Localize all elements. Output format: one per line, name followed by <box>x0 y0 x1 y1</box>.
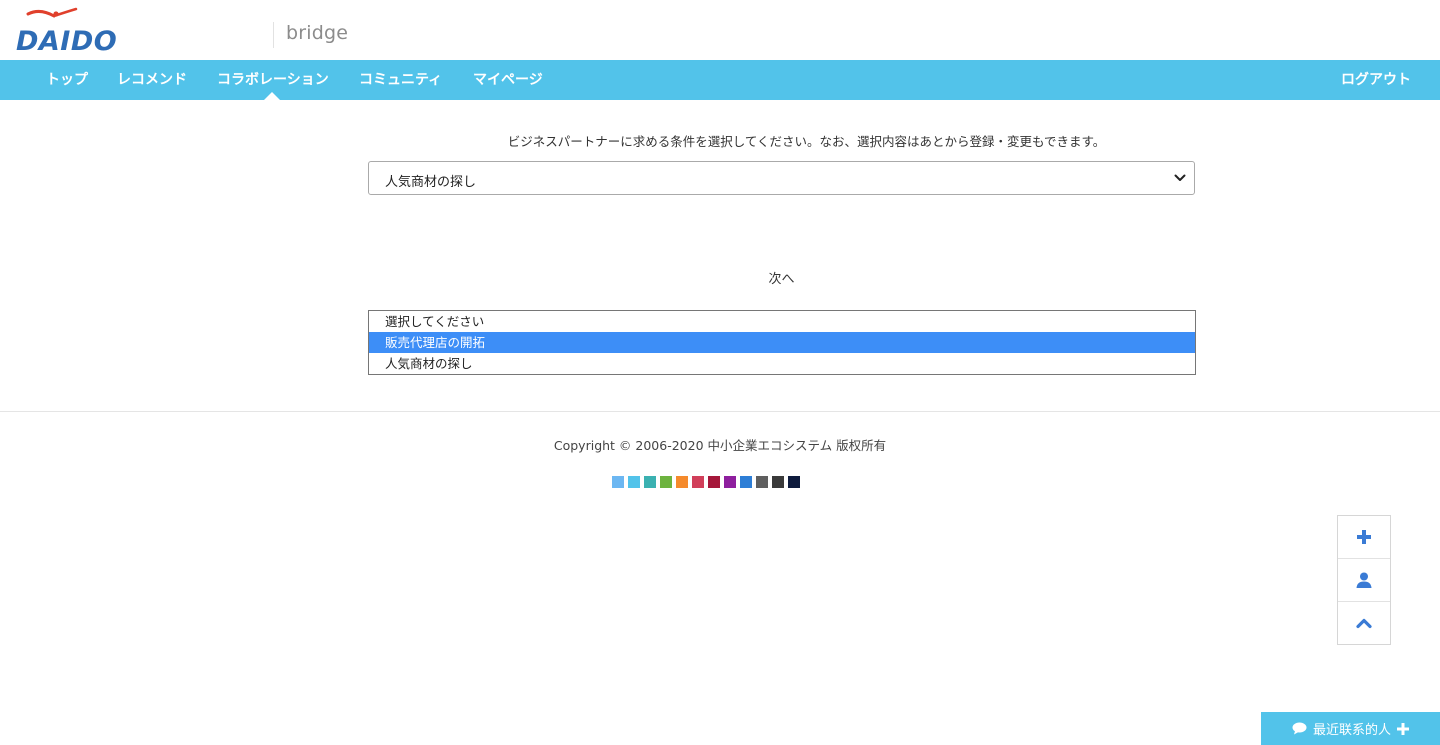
active-nav-indicator <box>264 92 280 100</box>
chevron-down-icon <box>1174 174 1186 181</box>
logo-text: DAIDO <box>16 26 117 56</box>
main-navbar: トップ レコメンド コラボレーション コミュニティ マイページ ログアウト <box>0 60 1440 100</box>
theme-color-swatches <box>612 476 800 488</box>
theme-swatch[interactable] <box>708 476 720 488</box>
daido-logo[interactable]: DAIDO <box>14 4 118 56</box>
theme-swatch[interactable] <box>772 476 784 488</box>
side-toolbar <box>1337 515 1391 645</box>
option-popular-products[interactable]: 人気商材の探し <box>369 353 1195 374</box>
condition-options-listbox[interactable]: 選択してください 販売代理店の開拓 人気商材の探し <box>368 310 1196 375</box>
add-button[interactable] <box>1338 516 1390 558</box>
option-please-select[interactable]: 選択してください <box>369 311 1195 332</box>
nav-top[interactable]: トップ <box>46 60 88 100</box>
next-button[interactable]: 次へ <box>368 268 1195 287</box>
theme-swatch[interactable] <box>644 476 656 488</box>
theme-swatch[interactable] <box>660 476 672 488</box>
theme-swatch[interactable] <box>724 476 736 488</box>
recent-contacts-bar[interactable]: 最近联系的人 <box>1261 712 1440 745</box>
plus-icon <box>1397 722 1409 735</box>
chat-bubble-icon <box>1292 722 1307 735</box>
theme-swatch[interactable] <box>740 476 752 488</box>
theme-swatch[interactable] <box>788 476 800 488</box>
chevron-up-icon <box>1356 618 1372 628</box>
footer-divider <box>0 411 1440 412</box>
theme-swatch[interactable] <box>676 476 688 488</box>
theme-swatch[interactable] <box>756 476 768 488</box>
copyright-text: Copyright © 2006-2020 中小企業エコシステム 版权所有 <box>553 438 887 453</box>
nav-mypage[interactable]: マイページ <box>473 60 543 100</box>
brand-name: bridge <box>286 22 349 44</box>
profile-button[interactable] <box>1338 558 1390 600</box>
nav-community[interactable]: コミュニティ <box>359 60 442 100</box>
theme-swatch[interactable] <box>628 476 640 488</box>
plus-icon <box>1357 530 1371 544</box>
select-current-value: 人気商材の探し <box>385 175 477 190</box>
user-icon <box>1356 572 1372 588</box>
condition-select[interactable]: 人気商材の探し <box>368 161 1195 195</box>
theme-swatch[interactable] <box>692 476 704 488</box>
brand-divider <box>273 22 274 48</box>
scroll-top-button[interactable] <box>1338 601 1390 643</box>
logout-link[interactable]: ログアウト <box>1341 60 1411 100</box>
theme-swatch[interactable] <box>612 476 624 488</box>
site-header: DAIDO bridge <box>0 0 1440 60</box>
option-sales-agency[interactable]: 販売代理店の開拓 <box>369 332 1195 353</box>
nav-recommend[interactable]: レコメンド <box>117 60 187 100</box>
instruction-text: ビジネスパートナーに求める条件を選択してください。なお、選択内容はあとから登録・… <box>507 134 1106 149</box>
recent-contacts-label: 最近联系的人 <box>1312 723 1391 738</box>
